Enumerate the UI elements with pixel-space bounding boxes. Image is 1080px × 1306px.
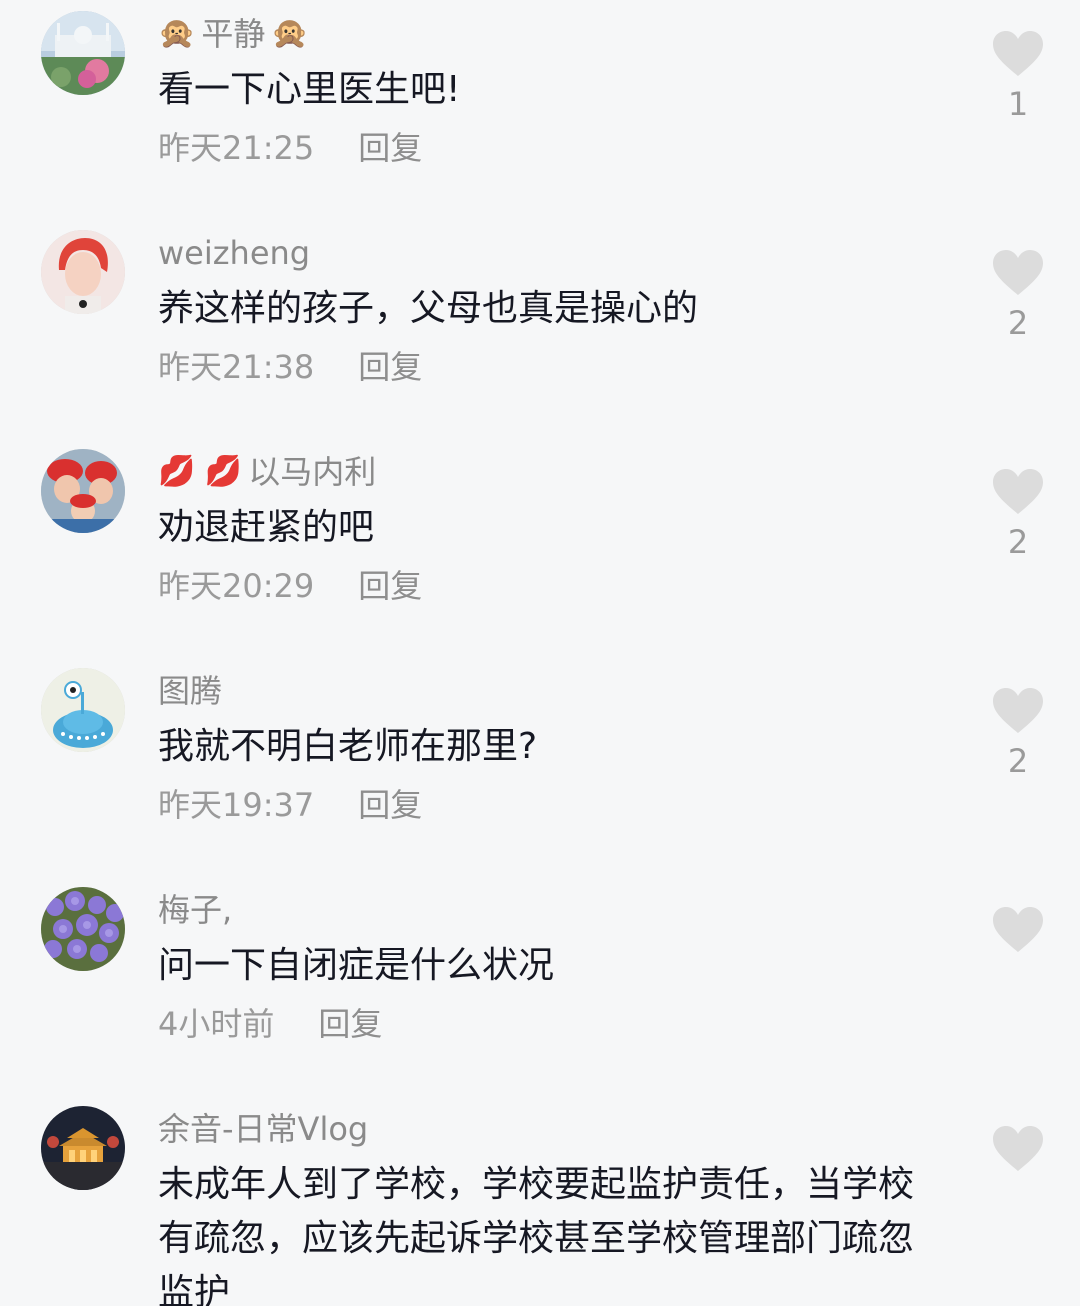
- avatar-person-image: [41, 230, 125, 314]
- comment-item: weizheng 养这样的孩子，父母也真是操心的 昨天21:38 回复 2: [0, 219, 1080, 429]
- comment-time: 昨天19:37: [158, 786, 315, 824]
- comment-username[interactable]: 🙊 平静 🙊: [158, 12, 309, 56]
- reply-button[interactable]: 回复: [358, 567, 422, 605]
- avatar[interactable]: [41, 11, 125, 95]
- heart-icon: [993, 688, 1043, 733]
- heart-icon: [993, 31, 1043, 76]
- heart-icon: [993, 1126, 1043, 1171]
- comment-text: 未成年人到了学校，学校要起监护责任，当学校有疏忽，应该先起诉学校甚至学校管理部门…: [158, 1164, 915, 1306]
- comment-time: 昨天21:25: [158, 129, 315, 167]
- comment-item: 🙊 平静 🙊 看一下心里医生吧! 昨天21:25 回复 1: [0, 0, 1080, 210]
- monkey-emoji-icon: 🙊: [158, 16, 196, 51]
- reply-button[interactable]: 回复: [358, 348, 422, 386]
- comment-username[interactable]: 梅子,: [158, 888, 232, 932]
- comment-username[interactable]: 余音-日常Vlog: [158, 1107, 368, 1151]
- comment-item: 图腾 我就不明白老师在那里? 昨天19:37 回复 2: [0, 657, 1080, 867]
- reply-button[interactable]: 回复: [318, 1005, 382, 1043]
- comment-text: 我就不明白老师在那里?: [158, 726, 538, 767]
- reply-button[interactable]: 回复: [358, 129, 422, 167]
- comment-item: 余音-日常Vlog 未成年人到了学校，学校要起监护责任，当学校有疏忽，应该先起诉…: [0, 1095, 1080, 1306]
- avatar-mosque-image: [41, 11, 125, 95]
- username-text: 平静: [201, 15, 266, 53]
- avatar-flowers-image: [41, 887, 125, 971]
- heart-icon: [993, 250, 1043, 295]
- like-button[interactable]: 2: [990, 687, 1046, 781]
- comment-text: 看一下心里医生吧!: [158, 69, 461, 110]
- comment-username[interactable]: 💋 💋 以马内利: [158, 450, 376, 494]
- comment-time: 昨天20:29: [158, 567, 315, 605]
- avatar[interactable]: [41, 668, 125, 752]
- heart-icon: [993, 469, 1043, 514]
- reply-button[interactable]: 回复: [358, 786, 422, 824]
- comment-time: 4小时前: [158, 1005, 275, 1043]
- like-button[interactable]: 2: [990, 468, 1046, 562]
- username-text: weizheng: [158, 234, 311, 272]
- username-text: 梅子,: [158, 891, 233, 929]
- lips-emoji-icon: 💋 💋: [158, 454, 243, 489]
- comment-item: 💋 💋 以马内利 劝退赶紧的吧 昨天20:29 回复 2: [0, 438, 1080, 648]
- like-count: 1: [1007, 85, 1029, 123]
- like-button[interactable]: [990, 906, 1046, 960]
- comment-list: 🙊 平静 🙊 看一下心里医生吧! 昨天21:25 回复 1 weizheng 养…: [0, 0, 1080, 1306]
- comment-time: 昨天21:38: [158, 348, 315, 386]
- monkey-emoji-icon: 🙊: [271, 16, 309, 51]
- avatar[interactable]: [41, 887, 125, 971]
- comment-username[interactable]: 图腾: [158, 669, 222, 713]
- comment-text: 劝退赶紧的吧: [158, 507, 375, 548]
- comment-username[interactable]: weizheng: [158, 231, 310, 275]
- comment-text: 问一下自闭症是什么状况: [158, 945, 555, 986]
- comment-text: 养这样的孩子，父母也真是操心的: [158, 288, 699, 329]
- comment-meta: 昨天20:29 回复: [158, 564, 422, 608]
- like-button[interactable]: [990, 1125, 1046, 1173]
- avatar[interactable]: [41, 230, 125, 314]
- comment-meta: 4小时前 回复: [158, 1002, 382, 1046]
- like-button[interactable]: 1: [990, 30, 1046, 124]
- avatar[interactable]: [41, 1106, 125, 1190]
- heart-icon: [993, 907, 1043, 952]
- username-text: 图腾: [158, 672, 223, 710]
- like-count: 2: [1007, 523, 1029, 561]
- like-count: 2: [1007, 742, 1029, 780]
- username-text: 以马内利: [248, 453, 377, 491]
- avatar-alien-image: [41, 668, 125, 752]
- like-button[interactable]: 2: [990, 249, 1046, 343]
- comment-meta: 昨天19:37 回复: [158, 783, 422, 827]
- avatar-family-image: [41, 449, 125, 533]
- comment-item: 梅子, 问一下自闭症是什么状况 4小时前 回复: [0, 876, 1080, 1086]
- avatar[interactable]: [41, 449, 125, 533]
- comment-meta: 昨天21:25 回复: [158, 126, 422, 170]
- like-count: 2: [1007, 304, 1029, 342]
- comment-meta: 昨天21:38 回复: [158, 345, 422, 389]
- username-text: 余音-日常Vlog: [158, 1110, 369, 1148]
- avatar-pagoda-night-image: [41, 1106, 125, 1190]
